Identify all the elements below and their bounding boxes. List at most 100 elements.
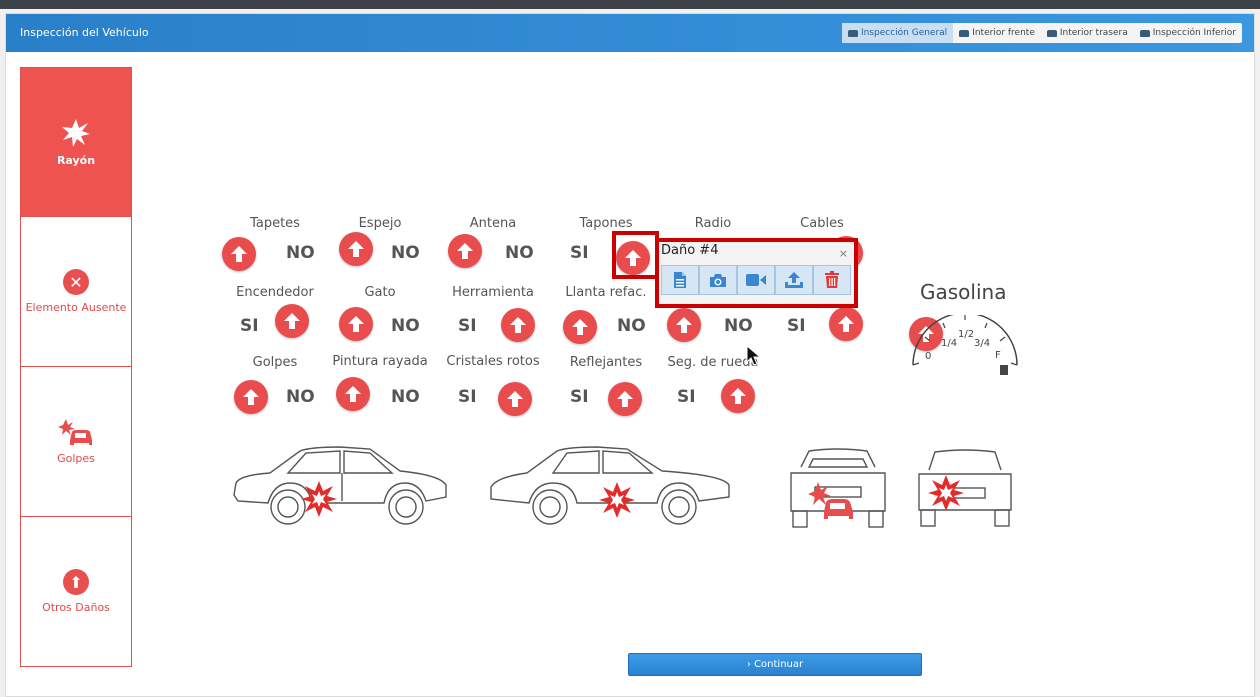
arrow-up-icon	[572, 319, 588, 335]
upload-icon	[785, 272, 803, 288]
arrow-up-icon	[348, 241, 364, 257]
option-no[interactable]: NO	[286, 387, 315, 407]
camera-icon	[710, 273, 726, 287]
item-label-cristales-rotos: Cristales rotos	[446, 354, 540, 369]
delete-button[interactable]	[813, 265, 851, 295]
continue-button[interactable]: › Continuar	[628, 653, 922, 676]
upload-button[interactable]	[775, 265, 813, 295]
item-label-llanta-refac: Llanta refac.	[565, 285, 647, 300]
option-no[interactable]: NO	[724, 316, 753, 336]
arrow-up-circle-icon: ⬆	[63, 569, 89, 595]
damage-marker[interactable]	[563, 310, 597, 344]
sidebar-item-label: Rayón	[56, 153, 96, 167]
damage-marker[interactable]	[339, 232, 373, 266]
popup-title: Daño #4	[661, 243, 719, 258]
damage-marker[interactable]	[501, 308, 535, 342]
sidebar-item-elemento-ausente[interactable]: ✕ Elemento Ausente	[20, 217, 132, 367]
option-no[interactable]: NO	[617, 316, 646, 336]
arrow-up-icon	[730, 388, 746, 404]
item-label-pintura-rayada: Pintura rayada	[332, 354, 428, 369]
tab-interior-frente[interactable]: Interior frente	[953, 23, 1041, 43]
car-side-left-diagram[interactable]	[230, 445, 450, 530]
damage-marker[interactable]	[667, 308, 701, 342]
tab-inspeccion-inferior[interactable]: Inspección Inferior	[1134, 23, 1242, 43]
item-label-encendedor: Encendedor	[236, 285, 314, 300]
damage-marker[interactable]	[498, 382, 532, 416]
damage-marker[interactable]	[829, 307, 863, 341]
fuel-pump-icon	[1000, 365, 1008, 375]
x-circle-icon: ✕	[63, 269, 89, 295]
option-si[interactable]: SI	[240, 316, 259, 336]
arrow-up-icon	[617, 391, 633, 407]
panel-header: Inspección del Vehículo Inspección Gener…	[6, 14, 1254, 52]
add-note-button[interactable]	[661, 265, 699, 295]
car-icon	[1139, 29, 1150, 37]
scratch-burst-marker[interactable]	[300, 480, 338, 518]
tab-interior-trasera[interactable]: Interior trasera	[1041, 23, 1134, 43]
damage-marker[interactable]	[608, 382, 642, 416]
popup-action-bar	[661, 265, 851, 295]
sidebar-item-rayon[interactable]: Rayón	[20, 67, 132, 217]
option-si[interactable]: SI	[570, 243, 589, 263]
option-no[interactable]: NO	[505, 243, 534, 263]
damage-marker[interactable]	[448, 234, 482, 268]
option-si[interactable]: SI	[458, 316, 477, 336]
page-title: Inspección del Vehículo	[20, 26, 149, 39]
mouse-cursor-icon	[746, 345, 762, 366]
add-photo-button[interactable]	[699, 265, 737, 295]
scratch-burst-marker[interactable]	[927, 474, 965, 512]
damage-marker[interactable]	[234, 380, 268, 414]
car-icon	[959, 29, 970, 37]
option-si[interactable]: SI	[677, 387, 696, 407]
sidebar-item-golpes[interactable]: Golpes	[20, 367, 132, 517]
fuel-gauge	[912, 315, 1018, 375]
crash-marker[interactable]	[808, 480, 854, 520]
item-label-radio: Radio	[694, 216, 732, 231]
item-label-tapones: Tapones	[579, 216, 633, 231]
option-no[interactable]: NO	[391, 387, 420, 407]
option-no[interactable]: NO	[286, 243, 315, 263]
item-label-espejo: Espejo	[358, 216, 402, 231]
arrow-up-icon	[507, 391, 523, 407]
damage-popup: Daño #4 ×	[655, 238, 858, 308]
option-no[interactable]: NO	[391, 243, 420, 263]
document-icon	[674, 272, 686, 288]
burst-icon	[62, 118, 90, 147]
item-label-tapetes: Tapetes	[250, 216, 300, 231]
option-no[interactable]: NO	[391, 316, 420, 336]
damage-marker[interactable]	[721, 379, 755, 413]
add-video-button[interactable]	[737, 265, 775, 295]
damage-marker[interactable]	[275, 304, 309, 338]
tab-inspeccion-general[interactable]: Inspección General	[841, 23, 954, 43]
sidebar-item-label: Golpes	[57, 452, 95, 465]
popup-close-button[interactable]: ×	[839, 247, 848, 260]
gauge-tick-label: 1/2	[958, 329, 975, 340]
arrow-up-icon	[676, 317, 692, 333]
tab-label: Interior trasera	[1059, 28, 1128, 38]
damage-type-sidebar: Rayón ✕ Elemento Ausente Golpes ⬆ Otros …	[20, 67, 132, 667]
item-label-cables: Cables	[800, 216, 844, 231]
scratch-burst-marker[interactable]	[598, 481, 636, 519]
option-si[interactable]: SI	[458, 387, 477, 407]
item-label-herramienta: Herramienta	[452, 285, 534, 300]
fuel-gauge-title: Gasolina	[920, 280, 1007, 304]
continue-label: Continuar	[754, 659, 804, 670]
selected-marker-highlight	[612, 231, 659, 279]
arrow-up-icon	[345, 386, 361, 402]
sidebar-item-label: Otros Daños	[42, 601, 110, 614]
trash-icon	[825, 271, 839, 288]
car-icon	[847, 29, 858, 37]
sidebar-item-label: Elemento Ausente	[25, 301, 127, 314]
sidebar-item-otros-danos[interactable]: ⬆ Otros Daños	[20, 517, 132, 667]
damage-marker[interactable]	[336, 377, 370, 411]
damage-marker[interactable]	[339, 307, 373, 341]
car-icon	[1046, 29, 1057, 37]
tab-label: Inspección General	[860, 28, 948, 38]
item-label-antena: Antena	[469, 216, 517, 231]
damage-marker[interactable]	[222, 237, 256, 271]
option-si[interactable]: SI	[787, 316, 806, 336]
item-label-reflejantes: Reflejantes	[569, 355, 643, 370]
option-si[interactable]: SI	[570, 387, 589, 407]
arrow-up-icon	[348, 316, 364, 332]
video-icon	[746, 274, 766, 286]
